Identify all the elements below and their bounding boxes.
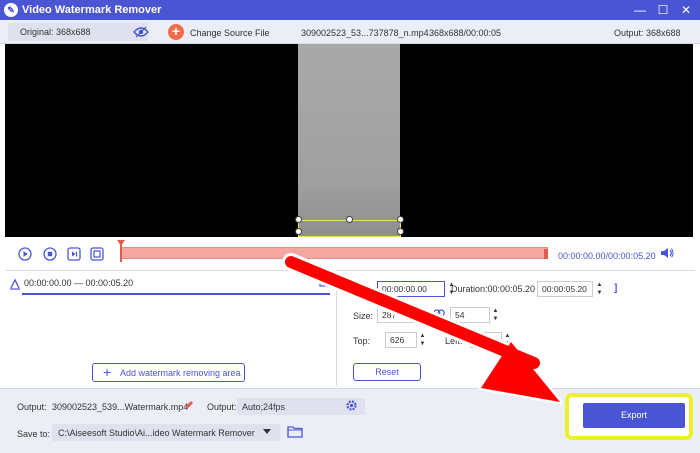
link-icon[interactable] (433, 309, 445, 317)
time-display: 00:00:00.00/00:00:05.20 (558, 251, 656, 261)
set-start-bracket[interactable]: [ (362, 283, 365, 294)
output-file-label: Output: (17, 402, 47, 412)
end-time-spinner[interactable]: ▲ ▼ (595, 281, 604, 297)
set-end-bracket[interactable]: ] (614, 283, 617, 294)
end-time-field[interactable]: 00:00:05.20 (537, 281, 593, 297)
app-title: Video Watermark Remover (22, 4, 162, 16)
output-format-label: Output: (207, 402, 237, 412)
stop-icon[interactable] (43, 247, 57, 261)
segment-panel: 00:00:00.00 — 00:00:05.20 + Add watermar… (5, 270, 335, 386)
maximize-button[interactable]: ☐ (653, 2, 673, 18)
title-bar: ✎ Video Watermark Remover — ☐ ✕ (0, 0, 700, 20)
timeline-end-handle[interactable] (544, 249, 548, 259)
source-fileinfo: 368x688/00:00:05 (429, 28, 502, 38)
pencil-icon[interactable] (184, 400, 194, 410)
output-format-box[interactable]: Auto;24fps (237, 398, 365, 415)
eye-icon[interactable] (133, 26, 149, 38)
change-source-file-button[interactable]: Change Source File (190, 28, 270, 38)
segment-icon (10, 278, 20, 290)
save-path-value: C:\Aiseesoft Studio\Ai...ideo Watermark … (58, 428, 255, 438)
timeline-track[interactable] (120, 247, 548, 259)
top-field[interactable]: 626 (385, 332, 417, 348)
resize-handle[interactable] (295, 228, 302, 235)
source-filename: 309002523_53...737878_n.mp4 (301, 28, 429, 38)
width-field[interactable]: 287 (377, 307, 417, 323)
info-bar: Original: 368x688 + Change Source File 3… (0, 20, 700, 44)
cut-icon[interactable] (319, 275, 331, 287)
resize-handle[interactable] (346, 216, 353, 223)
save-to-label: Save to: (17, 429, 51, 439)
width-spinner[interactable]: ▲ ▼ (418, 307, 427, 323)
left-spinner[interactable]: ▲ ▼ (503, 332, 512, 348)
reset-button[interactable]: Reset (353, 363, 421, 381)
height-spinner[interactable]: ▲ ▼ (491, 307, 500, 323)
top-label: Top: (353, 336, 371, 346)
add-watermark-area-button[interactable]: + Add watermark removing area (92, 363, 245, 382)
playhead[interactable] (120, 242, 122, 262)
minimize-button[interactable]: — (630, 2, 650, 18)
resize-handle[interactable] (397, 216, 404, 223)
original-resolution: Original: 368x688 (20, 27, 91, 37)
height-field[interactable]: 54 (450, 307, 490, 323)
output-format-value: Auto;24fps (242, 402, 286, 412)
video-frame (298, 44, 400, 237)
plus-icon[interactable]: + (168, 24, 184, 40)
resize-handle[interactable] (295, 216, 302, 223)
app-logo-icon: ✎ (4, 3, 18, 17)
save-path-dropdown[interactable]: C:\Aiseesoft Studio\Ai...ideo Watermark … (52, 424, 280, 441)
output-file-name: 309002523_539...Watermark.mp4 (52, 402, 189, 412)
start-time-field[interactable]: 00:00:00.00 (377, 281, 445, 297)
left-field[interactable]: 0 (470, 332, 502, 348)
folder-icon[interactable] (287, 425, 303, 438)
volume-icon[interactable] (660, 247, 674, 259)
video-preview (5, 44, 693, 237)
left-label: Left: (445, 336, 463, 346)
playback-controls: 00:00:00.00/00:00:05.20 (0, 237, 700, 269)
resize-handle[interactable] (397, 228, 404, 235)
gear-icon[interactable] (345, 399, 358, 412)
output-resolution: Output: 368x688 (614, 28, 681, 38)
export-button[interactable]: Export (583, 403, 685, 428)
chevron-down-icon[interactable] (263, 429, 271, 434)
top-spinner[interactable]: ▲ ▼ (418, 332, 427, 348)
segment-bar (22, 293, 330, 295)
add-watermark-area-label: Add watermark removing area (120, 368, 241, 378)
plus-icon: + (103, 364, 112, 380)
size-label: Size: (353, 311, 374, 321)
original-resolution-box: Original: 368x688 (8, 23, 149, 41)
parameters-panel: [ 00:00:00.00 ▲ ▼ Duration:00:00:05.20 00… (337, 270, 695, 386)
duration-label: Duration:00:00:05.20 (451, 284, 536, 294)
next-frame-icon[interactable] (67, 247, 81, 261)
close-button[interactable]: ✕ (676, 2, 696, 18)
play-icon[interactable] (18, 247, 32, 261)
segment-range[interactable]: 00:00:00.00 — 00:00:05.20 (24, 278, 133, 288)
crop-icon[interactable] (90, 247, 104, 261)
